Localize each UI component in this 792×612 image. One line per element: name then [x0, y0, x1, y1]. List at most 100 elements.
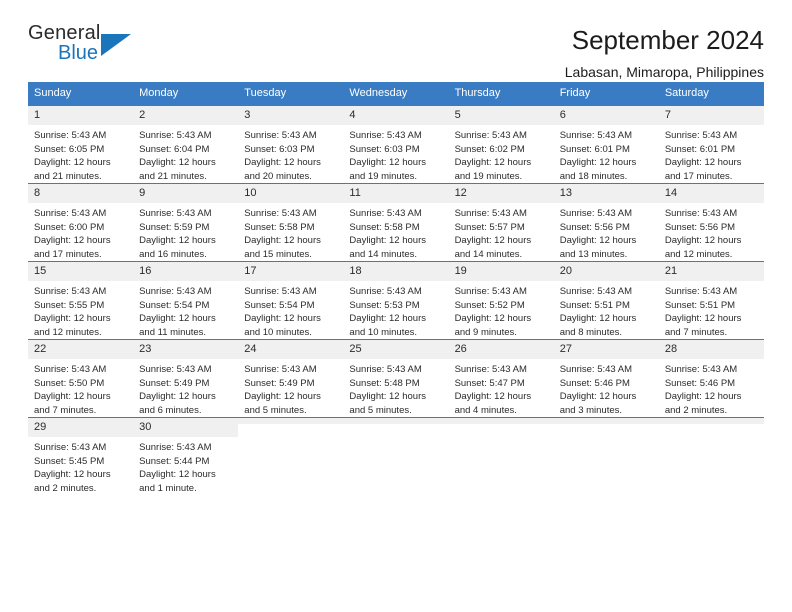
sunset-text: Sunset: 5:48 PM: [349, 377, 420, 389]
day-cell[interactable]: 30 Sunrise: 5:43 AM Sunset: 5:44 PM Dayligh…: [133, 418, 239, 495]
day-number-strip: 16: [133, 262, 239, 281]
day-cell[interactable]: 16 Sunrise: 5:43 AM Sunset: 5:54 PM Dayligh…: [133, 262, 239, 339]
day-cell[interactable]: 12 Sunrise: 5:43 AM Sunset: 5:57 PM Dayligh…: [448, 184, 554, 261]
day-number-strip: 6: [553, 106, 659, 125]
sunset-text: Sunset: 6:04 PM: [139, 143, 210, 155]
daylight-text-line2: and 21 minutes.: [139, 170, 207, 182]
day-cell[interactable]: 27 Sunrise: 5:43 AM Sunset: 5:46 PM Dayligh…: [553, 340, 659, 417]
day-cell[interactable]: 20 Sunrise: 5:43 AM Sunset: 5:51 PM Dayligh…: [553, 262, 659, 339]
daylight-text-line1: Daylight: 12 hours: [559, 391, 637, 402]
daylight-text-line2: and 5 minutes.: [244, 404, 307, 416]
day-number-strip: 30: [133, 418, 239, 437]
sunrise-text: Sunrise: 5:43 AM: [559, 286, 633, 297]
logo-triangle-icon: [101, 34, 131, 56]
sunrise-text: Sunrise: 5:43 AM: [34, 442, 107, 453]
daylight-text-line1: Daylight: 12 hours: [349, 157, 426, 168]
sunrise-text: Sunrise: 5:43 AM: [244, 208, 317, 219]
day-number-strip: 2: [133, 106, 239, 125]
day-cell[interactable]: 18 Sunrise: 5:43 AM Sunset: 5:53 PM Dayligh…: [343, 262, 449, 339]
day-number: 14: [664, 187, 678, 199]
day-number: 19: [454, 265, 467, 277]
day-cell[interactable]: 1 Sunrise: 5:43 AM Sunset: 6:05 PM Daylight…: [28, 106, 134, 183]
day-number-strip: 10: [238, 184, 344, 203]
daylight-text-line2: and 12 minutes.: [34, 326, 102, 338]
day-cell[interactable]: 10 Sunrise: 5:43 AM Sunset: 5:58 PM Dayligh…: [238, 184, 344, 261]
day-info: Sunrise: 5:43 AM Sunset: 6:03 PM Daylight:…: [238, 125, 343, 183]
day-cell[interactable]: 5 Sunrise: 5:43 AM Sunset: 6:02 PM Daylight…: [448, 106, 554, 183]
day-number-strip: 18: [343, 262, 449, 281]
day-number: 16: [139, 265, 152, 277]
day-cell[interactable]: 23 Sunrise: 5:43 AM Sunset: 5:49 PM Dayligh…: [133, 340, 239, 417]
day-cell[interactable]: 19 Sunrise: 5:43 AM Sunset: 5:52 PM Dayligh…: [448, 262, 554, 339]
day-number-strip: 13: [553, 184, 659, 203]
page-title: September 2024: [571, 25, 764, 55]
day-cell[interactable]: 22 Sunrise: 5:43 AM Sunset: 5:50 PM Dayligh…: [28, 340, 134, 417]
sunrise-text: Sunrise: 5:43 AM: [349, 208, 422, 219]
day-cell[interactable]: 3 Sunrise: 5:43 AM Sunset: 6:03 PM Daylight…: [238, 106, 344, 183]
daylight-text-line2: and 21 minutes.: [34, 170, 102, 182]
daylight-text-line2: and 12 minutes.: [664, 248, 733, 260]
daylight-text-line1: Daylight: 12 hours: [664, 235, 742, 246]
day-number: 23: [139, 343, 152, 355]
daylight-text-line2: and 17 minutes.: [34, 248, 102, 260]
daylight-text-line1: Daylight: 12 hours: [454, 391, 532, 402]
day-cell[interactable]: 25 Sunrise: 5:43 AM Sunset: 5:48 PM Dayligh…: [343, 340, 449, 417]
day-cell[interactable]: 13 Sunrise: 5:43 AM Sunset: 5:56 PM Dayligh…: [553, 184, 659, 261]
sunset-text: Sunset: 5:50 PM: [34, 377, 105, 389]
day-cell[interactable]: 9 Sunrise: 5:43 AM Sunset: 5:59 PM Daylight…: [133, 184, 239, 261]
sunrise-text: Sunrise: 5:43 AM: [664, 364, 738, 375]
calendar-grid: Sunday Monday Tuesday Wednesday Thursday…: [28, 82, 764, 495]
day-cell[interactable]: 15 Sunrise: 5:43 AM Sunset: 5:55 PM Dayligh…: [28, 262, 134, 339]
day-cell-empty: [343, 418, 449, 495]
day-info: Sunrise: 5:43 AM Sunset: 6:00 PM Daylight:…: [28, 203, 133, 261]
day-number-strip: 14: [658, 184, 764, 203]
day-number-strip: 12: [448, 184, 554, 203]
sunrise-text: Sunrise: 5:43 AM: [664, 286, 738, 297]
general-blue-logo: General Blue: [28, 22, 158, 74]
sunset-text: Sunset: 6:03 PM: [244, 143, 315, 155]
day-info: Sunrise: 5:43 AM Sunset: 5:52 PM Daylight:…: [449, 281, 554, 339]
day-cell[interactable]: 7 Sunrise: 5:43 AM Sunset: 6:01 PM Daylight…: [658, 106, 764, 183]
day-info: [449, 424, 554, 482]
day-info: Sunrise: 5:43 AM Sunset: 6:04 PM Daylight:…: [133, 125, 238, 183]
day-cell[interactable]: 29 Sunrise: 5:43 AM Sunset: 5:45 PM Dayligh…: [28, 418, 134, 495]
day-number-strip: 29: [28, 418, 134, 437]
daylight-text-line2: and 2 minutes.: [34, 482, 97, 494]
sunset-text: Sunset: 5:45 PM: [34, 455, 105, 467]
daylight-text-line1: Daylight: 12 hours: [34, 391, 111, 402]
day-cell[interactable]: 8 Sunrise: 5:43 AM Sunset: 6:00 PM Daylight…: [28, 184, 134, 261]
day-info: Sunrise: 5:43 AM Sunset: 5:53 PM Daylight:…: [343, 281, 448, 339]
day-number-strip: 26: [448, 340, 554, 359]
day-cell[interactable]: 14 Sunrise: 5:43 AM Sunset: 5:56 PM Dayligh…: [658, 184, 764, 261]
day-info: Sunrise: 5:43 AM Sunset: 5:51 PM Daylight:…: [554, 281, 659, 339]
day-cell[interactable]: 4 Sunrise: 5:43 AM Sunset: 6:03 PM Daylight…: [343, 106, 449, 183]
sunset-text: Sunset: 5:56 PM: [559, 221, 630, 233]
weekday-header-saturday: Saturday: [664, 87, 709, 99]
day-number-strip: 21: [658, 262, 764, 281]
day-cell[interactable]: 17 Sunrise: 5:43 AM Sunset: 5:54 PM Dayligh…: [238, 262, 344, 339]
day-cell[interactable]: 11 Sunrise: 5:43 AM Sunset: 5:58 PM Dayligh…: [343, 184, 449, 261]
title-block: September 2024 Labasan, Mimaropa, Philip…: [565, 22, 764, 82]
sunrise-text: Sunrise: 5:43 AM: [139, 130, 212, 141]
day-cell[interactable]: 28 Sunrise: 5:43 AM Sunset: 5:46 PM Dayligh…: [658, 340, 764, 417]
weekday-header-monday: Monday: [139, 87, 179, 99]
sunset-text: Sunset: 5:54 PM: [139, 299, 210, 311]
daylight-text-line2: and 7 minutes.: [34, 404, 97, 416]
day-number: 1: [34, 109, 41, 121]
daylight-text-line1: Daylight: 12 hours: [559, 235, 637, 246]
day-cell[interactable]: 24 Sunrise: 5:43 AM Sunset: 5:49 PM Dayligh…: [238, 340, 344, 417]
day-info: Sunrise: 5:43 AM Sunset: 5:46 PM Daylight:…: [554, 359, 659, 417]
daylight-text-line2: and 17 minutes.: [664, 170, 733, 182]
day-info: Sunrise: 5:43 AM Sunset: 5:49 PM Daylight:…: [133, 359, 238, 417]
day-number: 4: [349, 109, 356, 121]
day-cell[interactable]: 2 Sunrise: 5:43 AM Sunset: 6:04 PM Daylight…: [133, 106, 239, 183]
day-info: Sunrise: 5:43 AM Sunset: 5:47 PM Daylight:…: [449, 359, 554, 417]
sunrise-text: Sunrise: 5:43 AM: [34, 286, 107, 297]
daylight-text-line1: Daylight: 12 hours: [454, 313, 532, 324]
day-cell[interactable]: 6 Sunrise: 5:43 AM Sunset: 6:01 PM Daylight…: [553, 106, 659, 183]
day-info: Sunrise: 5:43 AM Sunset: 6:01 PM Daylight:…: [659, 125, 764, 183]
day-cell[interactable]: 26 Sunrise: 5:43 AM Sunset: 5:47 PM Dayligh…: [448, 340, 554, 417]
sunset-text: Sunset: 6:01 PM: [559, 143, 630, 155]
day-cell[interactable]: 21 Sunrise: 5:43 AM Sunset: 5:51 PM Dayligh…: [658, 262, 764, 339]
sunrise-text: Sunrise: 5:43 AM: [139, 208, 212, 219]
